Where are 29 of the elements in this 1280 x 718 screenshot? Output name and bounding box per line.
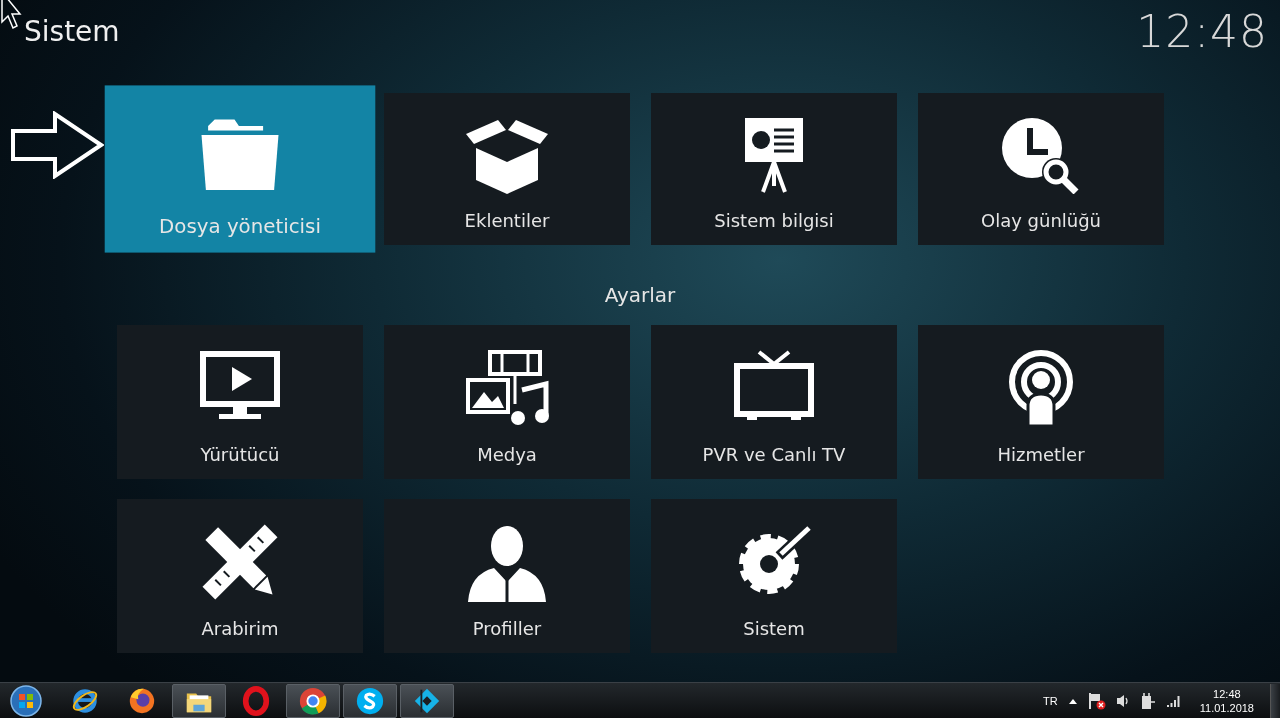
- round-browser-icon: [298, 685, 328, 716]
- section-heading: Ayarlar: [604, 283, 676, 307]
- tray-time[interactable]: 12:48: [1213, 686, 1241, 701]
- ring-logo-icon: [241, 685, 271, 716]
- taskbar-button[interactable]: [286, 683, 340, 718]
- menu-tile[interactable]: Arabirim: [117, 499, 363, 653]
- menu-tile[interactable]: Profiller: [384, 499, 630, 653]
- menu-tile[interactable]: Sistem bilgisi: [651, 93, 897, 245]
- page-title: Sistem: [24, 14, 120, 48]
- chat-logo-icon: [355, 685, 385, 716]
- speaker-icon[interactable]: [1115, 692, 1130, 709]
- taskbar-button[interactable]: [172, 683, 226, 718]
- menu-tile[interactable]: Hizmetler: [918, 325, 1164, 479]
- arrow-icon: [10, 111, 104, 179]
- menu-tile[interactable]: Sistem: [651, 499, 897, 653]
- menu-tile[interactable]: Eklentiler: [384, 93, 630, 245]
- menu-tile[interactable]: Medya: [384, 325, 630, 479]
- language-indicator[interactable]: TR: [1043, 694, 1058, 707]
- windows-orb-icon: [9, 683, 43, 718]
- menu-tile[interactable]: Olay günlüğü: [918, 93, 1164, 245]
- tray-date[interactable]: 11.01.2018: [1199, 700, 1254, 715]
- clock: 12:48: [1136, 5, 1268, 57]
- menu-tile[interactable]: Yürütücü: [117, 325, 363, 479]
- menu-tile[interactable]: PVR ve Canlı TV: [651, 325, 897, 479]
- flag-error-icon[interactable]: [1087, 691, 1106, 710]
- taskbar-button[interactable]: [400, 683, 454, 718]
- signal-icon[interactable]: [1165, 693, 1182, 708]
- taskbar-button[interactable]: [343, 683, 397, 718]
- power-plug-icon[interactable]: [1139, 691, 1156, 710]
